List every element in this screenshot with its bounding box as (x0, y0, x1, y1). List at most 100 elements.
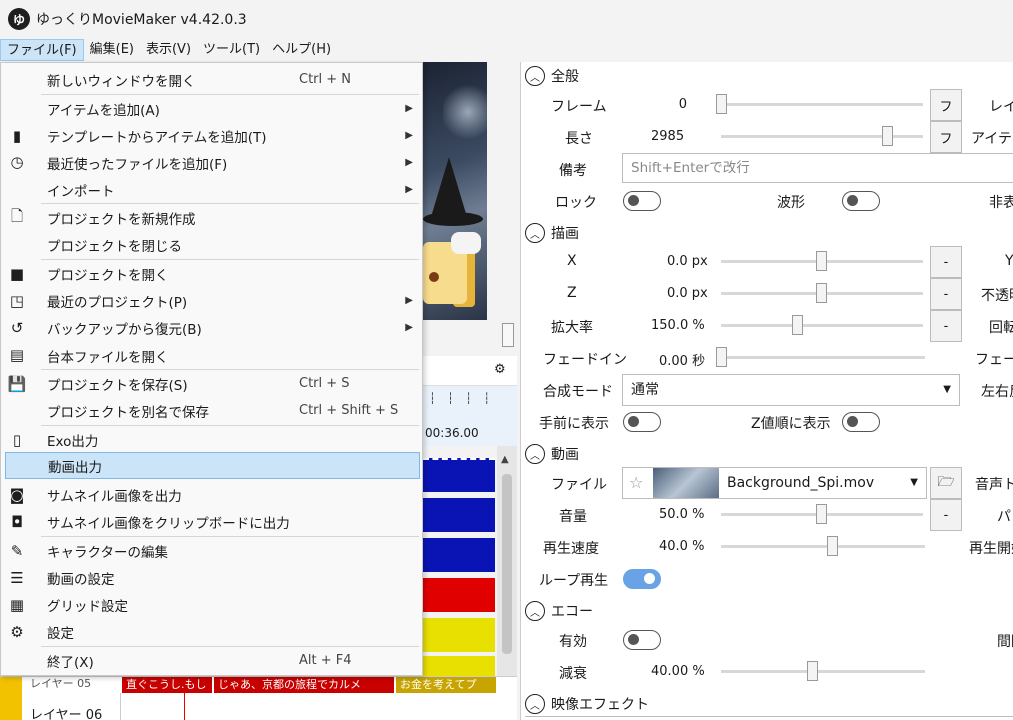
scroll-up-icon[interactable]: ▲ (501, 454, 509, 465)
track-clip-5[interactable] (423, 618, 495, 652)
note-input[interactable]: Shift+Enterで改行 (622, 153, 1013, 183)
waveform-toggle[interactable] (842, 191, 880, 211)
menu-exit[interactable]: 終了(X) Alt + F4 (37, 647, 421, 674)
frame-slider-track[interactable] (719, 103, 923, 106)
character-eye (429, 272, 439, 282)
hidden-label-cut: 非表 (989, 195, 1013, 211)
echo-enabled-toggle[interactable] (623, 630, 661, 650)
playback-speed-label: 再生速度 (543, 541, 599, 557)
menu-new-project[interactable]: プロジェクトを新規作成 (37, 204, 421, 231)
timeline-ruler[interactable]: ┆ ┆ ┆ ┆ 00:36.00 (423, 386, 517, 446)
collapse-icon[interactable]: ︿ (525, 601, 545, 621)
menu-close-project[interactable]: プロジェクトを閉じる (37, 231, 421, 258)
blend-mode-value: 通常 (631, 382, 659, 398)
lock-toggle[interactable] (623, 191, 661, 211)
menu-view[interactable]: 表示(V) (140, 39, 197, 61)
menu-item-label: 最近使ったファイルを追加(F) (47, 156, 228, 173)
menu-thumbnail-to-clipboard[interactable]: サムネイル画像をクリップボードに出力 (37, 508, 421, 535)
subtitle-clip-3[interactable]: お金を考えてプ (396, 677, 496, 693)
timeline-scrollbar[interactable]: ▲ (497, 446, 517, 676)
track-clip-1[interactable] (423, 458, 495, 492)
frame-f-button[interactable]: フ (930, 89, 962, 121)
gear-icon[interactable]: ⚙ (494, 362, 506, 377)
collapse-icon[interactable]: ︿ (525, 66, 545, 86)
menu-video-export[interactable]: 動画出力 (5, 452, 420, 479)
z-order-toggle[interactable] (842, 412, 880, 432)
length-f-button[interactable]: フ (930, 121, 962, 153)
collapse-icon[interactable]: ︿ (525, 694, 545, 714)
collapse-icon[interactable]: ︿ (525, 444, 545, 464)
menu-video-settings[interactable]: 動画の設定 (37, 564, 421, 591)
fadein-slider-thumb[interactable] (716, 347, 727, 367)
menu-edit[interactable]: 編集(E) (84, 39, 140, 61)
z-minus-button[interactable]: - (930, 278, 962, 310)
menu-export-thumbnail[interactable]: サムネイル画像を出力 (37, 481, 421, 508)
audio-track-label-cut: 音声ト (975, 477, 1013, 493)
star-icon[interactable]: ☆ (629, 468, 643, 498)
section-video[interactable]: ︿ 動画 (525, 443, 579, 465)
menu-recent-projects[interactable]: 最近のプロジェクト(P) ▶ (37, 287, 421, 314)
menu-save-project[interactable]: プロジェクトを保存(S) Ctrl + S (37, 370, 421, 397)
menu-save-as[interactable]: プロジェクトを別名で保存 Ctrl + Shift + S (37, 397, 421, 424)
seekbar-thumb[interactable] (502, 323, 514, 347)
track-clip-4[interactable] (423, 578, 495, 612)
volume-minus-button[interactable]: - (930, 499, 962, 531)
menu-add-item[interactable]: アイテムを追加(A) ▶ (37, 95, 421, 122)
loop-toggle[interactable] (623, 569, 661, 589)
x-slider-thumb[interactable] (816, 251, 827, 271)
section-echo[interactable]: ︿ エコー (525, 600, 593, 622)
menu-import[interactable]: インポート ▶ (37, 176, 421, 203)
menu-item-label: Exo出力 (47, 433, 99, 450)
collapse-icon[interactable]: ︿ (525, 223, 545, 243)
decay-slider-track[interactable] (721, 670, 925, 673)
menu-new-window[interactable]: 新しいウィンドウを開く Ctrl + N (37, 66, 421, 93)
menu-item-label: キャラクターの編集 (47, 544, 168, 561)
item-label-cut: アイテ (971, 131, 1013, 147)
frame-slider-thumb[interactable] (716, 94, 727, 114)
menu-open-project[interactable]: プロジェクトを開く (37, 260, 421, 287)
video-file-select[interactable]: ☆ Background_Spi.mov ▼ (622, 467, 927, 499)
length-slider-thumb[interactable] (882, 126, 893, 146)
volume-label: 音量 (559, 509, 587, 525)
frame-value: 0 (678, 97, 687, 112)
menu-open-script[interactable]: 台本ファイルを開く (37, 342, 421, 369)
video-preview[interactable] (423, 62, 487, 320)
decay-slider-thumb[interactable] (807, 661, 818, 681)
section-general[interactable]: ︿ 全般 (525, 65, 579, 87)
section-draw[interactable]: ︿ 描画 (525, 222, 579, 244)
menu-help[interactable]: ヘルプ(H) (266, 39, 337, 61)
menu-file[interactable]: ファイル(F) (0, 39, 84, 61)
menu-exo-export[interactable]: Exo出力 (37, 426, 421, 453)
menu-grid-settings[interactable]: グリッド設定 (37, 591, 421, 618)
menu-settings[interactable]: 設定 (37, 618, 421, 645)
volume-slider-thumb[interactable] (816, 504, 827, 524)
timeline-scroll-thumb[interactable] (502, 474, 512, 654)
subtitle-clip-1[interactable]: 直ぐこうし.もし (122, 677, 212, 693)
section-video-effects[interactable]: ︿ 映像エフェクト (525, 693, 649, 715)
menu-edit-character[interactable]: キャラクターの編集 (37, 537, 421, 564)
menu-add-recent-file[interactable]: 最近使ったファイルを追加(F) ▶ (37, 149, 421, 176)
zoom-minus-button[interactable]: - (930, 310, 962, 342)
zoom-slider-thumb[interactable] (792, 315, 803, 335)
folder-open-button[interactable]: 🗁 (930, 467, 962, 499)
track-clip-3[interactable] (423, 538, 495, 572)
z-slider-thumb[interactable] (816, 283, 827, 303)
fadein-label: フェードイン (543, 352, 627, 368)
speed-slider-track[interactable] (721, 545, 925, 548)
x-minus-button[interactable]: - (930, 246, 962, 278)
menu-restore-backup[interactable]: バックアップから復元(B) ▶ (37, 314, 421, 341)
opacity-label-cut: 不透明 (981, 288, 1013, 304)
interval-label-cut: 間隔 (997, 634, 1013, 650)
layer-drag-handle[interactable] (0, 677, 22, 720)
zoom-slider-track[interactable] (721, 324, 923, 327)
menu-tools[interactable]: ツール(T) (197, 39, 266, 61)
subtitle-clip-2[interactable]: じゃあ、京都の旅程でカルメ (214, 677, 394, 693)
blend-mode-select[interactable]: 通常 ▼ (622, 374, 960, 406)
speed-slider-thumb[interactable] (827, 536, 838, 556)
track-clip-2[interactable] (423, 498, 495, 532)
front-display-toggle[interactable] (623, 412, 661, 432)
menu-item-label: 新しいウィンドウを開く (47, 73, 196, 90)
track-clip-6[interactable] (423, 656, 495, 676)
menu-add-from-template[interactable]: テンプレートからアイテムを追加(T) ▶ (37, 122, 421, 149)
fadein-slider-track[interactable] (721, 356, 925, 359)
